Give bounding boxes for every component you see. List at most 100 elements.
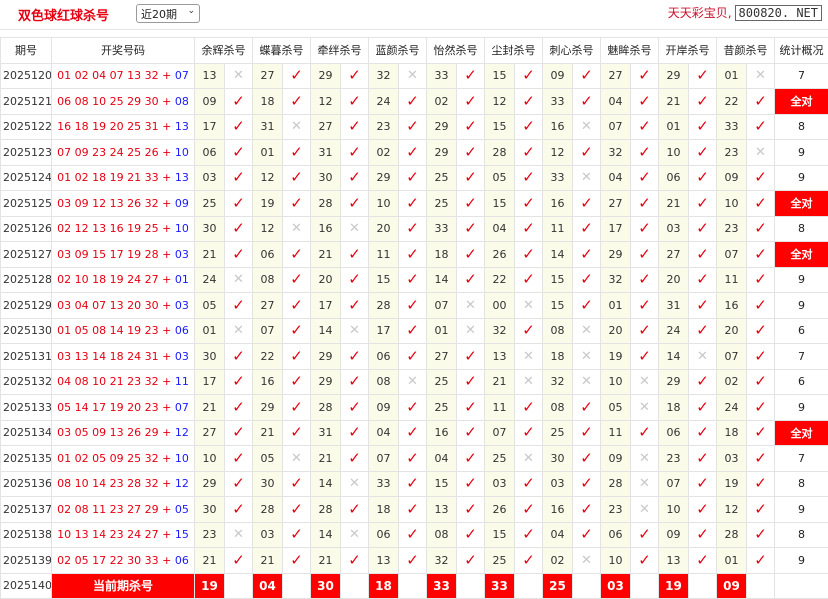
cross-glyph: ✕ (233, 272, 244, 287)
check-icon: ✓ (515, 63, 543, 89)
check-icon: ✓ (225, 548, 253, 574)
check-icon: ✓ (399, 471, 427, 497)
check-icon: ✓ (399, 140, 427, 166)
issue-cell: 2025120 (1, 63, 52, 89)
check-glyph: ✓ (696, 551, 709, 569)
check-icon: ✓ (283, 471, 311, 497)
draw-cell: 03 04 07 13 20 30 + 03 (52, 293, 195, 319)
check-glyph: ✓ (406, 474, 419, 492)
kill-number: 21 (195, 242, 225, 268)
check-glyph: ✓ (638, 219, 651, 237)
check-glyph: ✓ (754, 398, 767, 416)
check-icon: ✓ (573, 395, 601, 421)
check-glyph: ✓ (696, 143, 709, 161)
stat-cell: 8 (775, 114, 828, 140)
check-icon: ✓ (399, 165, 427, 191)
site-link[interactable]: 800820. NET (735, 5, 822, 21)
draw-cell: 03 09 12 13 26 32 + 09 (52, 191, 195, 217)
red-balls: 08 10 14 23 28 32 (57, 477, 158, 490)
table-row: 202512602 12 13 16 19 25 + 1030✓12✕16✕20… (1, 216, 828, 242)
check-icon: ✓ (341, 344, 369, 370)
blank-cell (515, 573, 543, 599)
check-glyph: ✓ (290, 551, 303, 569)
check-icon: ✓ (631, 165, 659, 191)
check-glyph: ✓ (232, 219, 245, 237)
check-glyph: ✓ (522, 525, 535, 543)
cross-glyph: ✕ (697, 349, 708, 364)
blank-cell (689, 573, 717, 599)
kill-number: 03 (195, 165, 225, 191)
cross-glyph: ✕ (407, 374, 418, 389)
cross-glyph: ✕ (755, 145, 766, 160)
check-glyph: ✓ (754, 270, 767, 288)
draw-cell: 01 05 08 14 19 23 + 06 (52, 318, 195, 344)
kill-number: 07 (485, 420, 515, 446)
cross-icon: ✕ (225, 267, 253, 293)
check-glyph: ✓ (348, 194, 361, 212)
check-glyph: ✓ (406, 270, 419, 288)
check-glyph: ✓ (232, 168, 245, 186)
blue-ball: 11 (175, 375, 189, 388)
kill-number: 29 (659, 369, 689, 395)
table-row: 202512903 04 07 13 20 30 + 0305✓27✓17✓28… (1, 293, 828, 319)
cross-glyph: ✕ (233, 527, 244, 542)
kill-number: 01 (601, 293, 631, 319)
red-balls: 03 04 07 13 20 30 (57, 299, 158, 312)
check-glyph: ✓ (406, 398, 419, 416)
kill-number: 15 (427, 471, 457, 497)
kill-number: 29 (311, 63, 341, 89)
check-glyph: ✓ (348, 270, 361, 288)
kill-number: 12 (485, 89, 515, 115)
check-glyph: ✓ (406, 551, 419, 569)
check-glyph: ✓ (348, 398, 361, 416)
check-icon: ✓ (341, 446, 369, 472)
cross-glyph: ✕ (349, 323, 360, 338)
check-icon: ✓ (515, 548, 543, 574)
check-glyph: ✓ (580, 474, 593, 492)
table-row: 202512503 09 12 13 26 32 + 0925✓19✓28✓10… (1, 191, 828, 217)
check-icon: ✓ (341, 369, 369, 395)
red-balls: 03 13 14 18 24 31 (57, 350, 158, 363)
check-icon: ✓ (515, 216, 543, 242)
check-glyph: ✓ (464, 551, 477, 569)
issue-cell: 2025123 (1, 140, 52, 166)
kill-number: 16 (543, 114, 573, 140)
check-glyph: ✓ (348, 423, 361, 441)
check-icon: ✓ (573, 497, 601, 523)
check-glyph: ✓ (464, 423, 477, 441)
check-icon: ✓ (457, 165, 485, 191)
period-select-value: 近20期 (141, 6, 177, 22)
check-icon: ✓ (573, 420, 601, 446)
col-expert: 牵绊杀号 (311, 38, 369, 64)
kill-number: 20 (717, 318, 747, 344)
kill-number: 30 (253, 471, 283, 497)
kill-number: 28 (485, 140, 515, 166)
check-glyph: ✓ (348, 551, 361, 569)
stat-cell: 9 (775, 267, 828, 293)
kill-number: 10 (195, 446, 225, 472)
kill-number: 31 (253, 114, 283, 140)
check-icon: ✓ (341, 63, 369, 89)
kill-number: 27 (659, 242, 689, 268)
col-expert: 刺心杀号 (543, 38, 601, 64)
issue-cell: 2025132 (1, 369, 52, 395)
check-glyph: ✓ (754, 449, 767, 467)
kill-number: 06 (601, 522, 631, 548)
cross-glyph: ✕ (755, 68, 766, 83)
check-icon: ✓ (631, 548, 659, 574)
period-select[interactable]: 近20期 ⌄ (136, 4, 200, 23)
check-icon: ✓ (515, 420, 543, 446)
check-icon: ✓ (457, 420, 485, 446)
check-glyph: ✓ (290, 296, 303, 314)
kill-number: 08 (543, 318, 573, 344)
check-glyph: ✓ (290, 92, 303, 110)
stat-cell: 全对 (775, 89, 828, 115)
cross-glyph: ✕ (523, 298, 534, 313)
check-icon: ✓ (341, 420, 369, 446)
cross-icon: ✕ (225, 318, 253, 344)
check-icon: ✓ (341, 165, 369, 191)
check-icon: ✓ (747, 293, 775, 319)
kill-number: 33 (543, 89, 573, 115)
kill-number: 24 (717, 395, 747, 421)
cross-glyph: ✕ (465, 323, 476, 338)
